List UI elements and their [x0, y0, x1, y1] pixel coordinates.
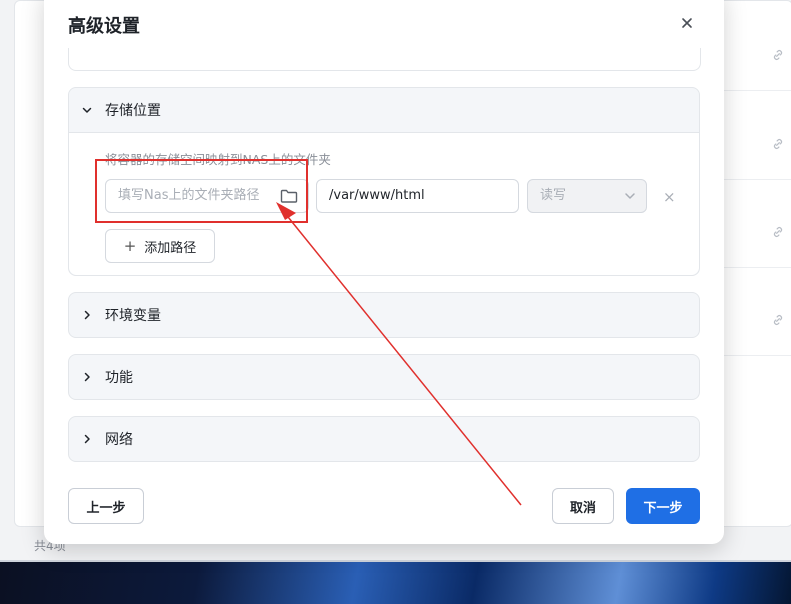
dialog-title: 高级设置 [68, 16, 140, 37]
permission-value: 读写 [540, 188, 567, 203]
background-row [724, 107, 791, 180]
chevron-down-icon [82, 107, 92, 113]
section-title: 存储位置 [105, 103, 161, 119]
link-icon[interactable] [771, 225, 785, 239]
advanced-settings-dialog: 高级设置 存储位置 将容器的存储空间映射到NAS上的文件夹 填写Nas上的文件夹… [44, 0, 724, 544]
section-title: 环境变量 [105, 308, 161, 324]
capabilities-section[interactable]: 功能 [68, 354, 700, 400]
chevron-right-icon [84, 372, 90, 382]
chevron-right-icon [84, 434, 90, 444]
background-row [724, 283, 791, 356]
permission-select[interactable]: 读写 [527, 179, 647, 213]
link-icon[interactable] [771, 313, 785, 327]
annotation-highlight-box [95, 159, 308, 223]
chevron-right-icon [84, 310, 90, 320]
plus-icon: + [123, 237, 137, 255]
next-step-button[interactable]: 下一步 [626, 488, 700, 524]
link-icon[interactable] [771, 48, 785, 62]
network-section[interactable]: 网络 [68, 416, 700, 462]
prev-step-button[interactable]: 上一步 [68, 488, 144, 524]
storage-section-header[interactable]: 存储位置 [69, 88, 699, 132]
desktop-wallpaper [0, 562, 791, 604]
section-title: 功能 [105, 370, 133, 386]
background-row [724, 195, 791, 268]
cancel-button[interactable]: 取消 [552, 488, 614, 524]
chevron-down-icon [625, 193, 635, 199]
section-title: 网络 [105, 432, 133, 448]
collapsed-section-edge [68, 48, 701, 71]
close-icon[interactable] [678, 14, 696, 32]
background-row [724, 18, 791, 91]
add-path-button[interactable]: + 添加路径 [105, 229, 215, 263]
remove-path-button[interactable]: × [663, 188, 676, 206]
add-path-label: 添加路径 [144, 240, 197, 256]
env-variables-section[interactable]: 环境变量 [68, 292, 700, 338]
container-path-input[interactable]: /var/www/html [316, 179, 519, 213]
container-path-value: /var/www/html [329, 188, 425, 203]
link-icon[interactable] [771, 137, 785, 151]
